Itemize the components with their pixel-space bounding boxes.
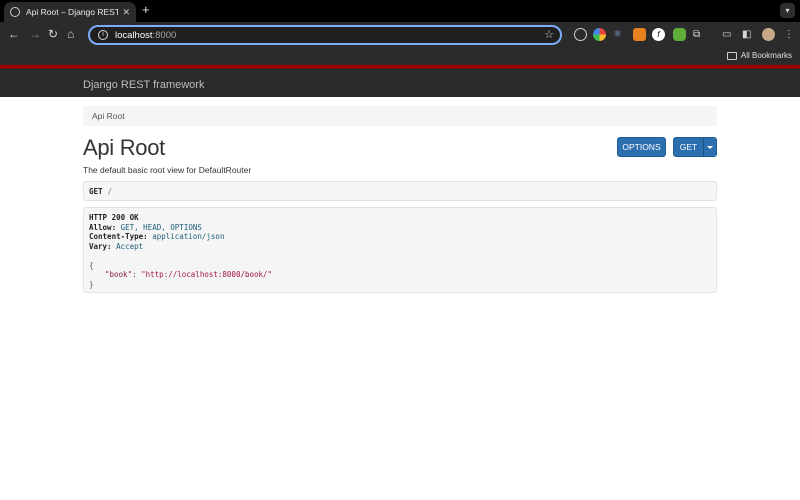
response-header: Content-Type: application/json xyxy=(89,232,711,242)
all-bookmarks-button[interactable]: All Bookmarks xyxy=(726,51,792,60)
request-method: GET xyxy=(89,186,103,196)
extensions-icon[interactable]: ⧉ xyxy=(693,28,700,41)
page-title: Api Root xyxy=(83,135,165,160)
globe-icon xyxy=(10,7,20,17)
header-value: GET, HEAD, OPTIONS xyxy=(120,222,202,232)
frog-extension-icon[interactable] xyxy=(673,28,686,41)
all-bookmarks-label: All Bookmarks xyxy=(740,51,792,60)
close-icon[interactable]: ✕ xyxy=(122,7,130,18)
cast-icon[interactable]: ▭ xyxy=(722,28,731,41)
function-extension-icon[interactable]: f xyxy=(652,28,665,41)
page-content: Django REST framework Api Root Api Root … xyxy=(0,65,800,500)
react-devtools-icon[interactable]: ⚛ xyxy=(613,28,622,41)
header-name: Content-Type: xyxy=(89,232,148,241)
json-key: "book" xyxy=(105,270,133,279)
caret-down-icon xyxy=(707,145,713,149)
json-colon: : xyxy=(132,270,142,279)
drf-navbar: Django REST framework xyxy=(0,65,800,97)
options-button[interactable]: OPTIONS xyxy=(617,137,666,157)
folder-icon xyxy=(726,51,737,60)
json-open-brace: { xyxy=(89,260,94,270)
metamask-icon[interactable] xyxy=(633,28,646,41)
address-bar[interactable]: i localhost :8000 ☆ xyxy=(88,25,562,45)
request-info: GET / xyxy=(83,181,717,201)
page-description: The default basic root view for DefaultR… xyxy=(83,165,252,175)
header-name: Vary: xyxy=(89,241,112,251)
home-icon[interactable]: ⌂ xyxy=(67,28,74,40)
info-icon[interactable]: i xyxy=(98,30,108,40)
json-body-line: "book": "http://localhost:8000/book/" xyxy=(89,270,711,280)
header-value: application/json xyxy=(152,232,225,241)
more-icon[interactable]: ⋮ xyxy=(784,28,794,41)
request-path: / xyxy=(107,186,113,196)
sidebar-icon[interactable]: ◧ xyxy=(742,28,751,41)
forward-arrow-icon[interactable]: → xyxy=(29,28,41,40)
url-host: localhost xyxy=(115,29,153,41)
new-tab-button[interactable]: + xyxy=(142,3,150,17)
chevron-down-icon[interactable]: ▾ xyxy=(780,3,795,18)
response-info: HTTP 200 OK Allow: GET, HEAD, OPTIONS Co… xyxy=(83,207,717,293)
response-status: HTTP 200 OK xyxy=(89,213,139,222)
get-button[interactable]: GET xyxy=(673,137,704,157)
back-arrow-icon[interactable]: ← xyxy=(8,28,20,40)
browser-tab-bar: Api Root – Django REST fram ✕ + ▾ xyxy=(0,0,800,22)
response-header: Allow: GET, HEAD, OPTIONS xyxy=(89,223,711,233)
tab-title: Api Root – Django REST fram xyxy=(26,7,119,17)
bookmarks-bar: All Bookmarks xyxy=(0,48,800,65)
json-link-value[interactable]: "http://localhost:8000/book/" xyxy=(141,270,272,279)
profile-avatar[interactable] xyxy=(762,28,775,41)
response-header: Vary: Accept xyxy=(89,242,711,252)
browser-toolbar: ← → ↻ ⌂ i localhost :8000 ☆ ⚛ f ⧉ ▭ ◧ ⋮ xyxy=(0,22,800,48)
browser-tab[interactable]: Api Root – Django REST fram ✕ xyxy=(4,2,136,22)
star-icon[interactable]: ☆ xyxy=(544,28,554,41)
header-name: Allow: xyxy=(89,222,117,232)
breadcrumb-item-api-root[interactable]: Api Root xyxy=(92,111,125,121)
breadcrumb: Api Root xyxy=(83,106,717,126)
url-port: :8000 xyxy=(152,29,177,41)
brand-link[interactable]: Django REST framework xyxy=(83,79,204,91)
get-format-dropdown[interactable] xyxy=(703,137,717,157)
extension-circle-icon[interactable] xyxy=(574,28,587,41)
extension-color-icon[interactable] xyxy=(593,28,606,41)
json-close-brace: } xyxy=(89,279,94,289)
header-value: Accept xyxy=(116,241,144,251)
reload-icon[interactable]: ↻ xyxy=(48,28,58,40)
